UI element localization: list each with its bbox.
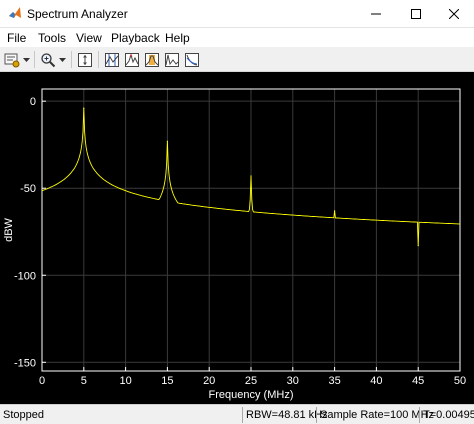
x-tick-label: 0 <box>39 375 45 387</box>
maximize-icon <box>411 9 421 19</box>
zoom-button[interactable] <box>39 50 57 69</box>
x-tick-label: 20 <box>203 375 215 387</box>
x-tick-label: 30 <box>287 375 299 387</box>
spectrum-display[interactable]: 0 5 10 15 20 25 30 35 40 45 50 0 -50 -100 -150 Frequenc… <box>0 72 474 404</box>
peak-point <box>166 140 168 142</box>
status-bar: Stopped RBW=48.81 kHz Sample Rate=100 MH… <box>0 404 474 424</box>
dropdown-arrow-icon <box>23 57 30 62</box>
toolbar-separator <box>71 51 72 68</box>
y-tick-label: -150 <box>14 357 36 369</box>
minimize-icon <box>371 13 381 15</box>
y-tick-label: -50 <box>20 183 36 195</box>
y-tick-label: -100 <box>14 270 36 282</box>
x-tick-label: 45 <box>412 375 424 387</box>
zoom-dropdown[interactable] <box>58 50 67 69</box>
ccdf-measurement-icon <box>185 52 199 67</box>
title-bar: Spectrum Analyzer <box>0 0 474 28</box>
close-button[interactable] <box>434 0 474 28</box>
status-separator <box>242 407 243 423</box>
menu-file[interactable]: File <box>7 31 26 45</box>
y-tick-label: 0 <box>30 96 36 108</box>
channel-measurements-button[interactable] <box>143 50 161 69</box>
close-icon <box>449 9 459 19</box>
channel-measurement-icon <box>145 52 159 67</box>
peak-point <box>83 107 85 109</box>
settings-button[interactable] <box>3 50 21 69</box>
ccdf-measurements-button[interactable] <box>183 50 201 69</box>
status-time: T=0.00495 <box>423 409 474 421</box>
status-sample-rate: Sample Rate=100 MHz <box>320 409 435 421</box>
x-tick-label: 15 <box>161 375 173 387</box>
maximize-button[interactable] <box>396 0 436 28</box>
distortion-measurement-icon <box>165 52 179 67</box>
cursor-measurement-icon <box>105 52 119 67</box>
matlab-icon <box>9 7 21 18</box>
settings-icon <box>4 53 20 67</box>
toolbar-separator <box>34 51 35 68</box>
x-tick-label: 25 <box>245 375 257 387</box>
cursor-measurements-button[interactable] <box>103 50 121 69</box>
x-tick-label: 10 <box>119 375 131 387</box>
status-separator <box>316 407 317 423</box>
menu-bar: File Tools View Playback Help <box>0 28 474 47</box>
menu-help[interactable]: Help <box>165 31 190 45</box>
dropdown-arrow-icon <box>59 57 66 62</box>
zoom-in-icon <box>41 52 56 67</box>
x-axis-label: Frequency (MHz) <box>209 389 294 401</box>
scale-axes-button[interactable] <box>76 50 94 69</box>
minimize-button[interactable] <box>356 0 396 28</box>
toolbar-separator <box>98 51 99 68</box>
x-tick-label: 40 <box>370 375 382 387</box>
spectrum-plot[interactable]: 0 5 10 15 20 25 30 35 40 45 50 0 -50 -100 -150 Frequenc… <box>0 72 474 404</box>
menu-tools[interactable]: Tools <box>38 31 66 45</box>
menu-playback[interactable]: Playback <box>111 31 160 45</box>
scale-axes-icon <box>78 52 92 67</box>
toolbar <box>0 47 474 72</box>
settings-dropdown[interactable] <box>22 50 31 69</box>
menu-view[interactable]: View <box>76 31 102 45</box>
y-axis-label: dBW <box>3 217 15 241</box>
peak-finder-button[interactable] <box>123 50 141 69</box>
x-tick-label: 35 <box>328 375 340 387</box>
peak-point <box>250 175 252 177</box>
peak-point <box>334 210 336 212</box>
peak-finder-icon <box>125 52 139 67</box>
distortion-measurements-button[interactable] <box>163 50 181 69</box>
peak-point <box>417 245 419 247</box>
x-tick-label: 5 <box>81 375 87 387</box>
x-tick-label: 50 <box>454 375 466 387</box>
status-state: Stopped <box>3 409 44 421</box>
status-separator <box>419 407 420 423</box>
window-title: Spectrum Analyzer <box>27 7 128 21</box>
